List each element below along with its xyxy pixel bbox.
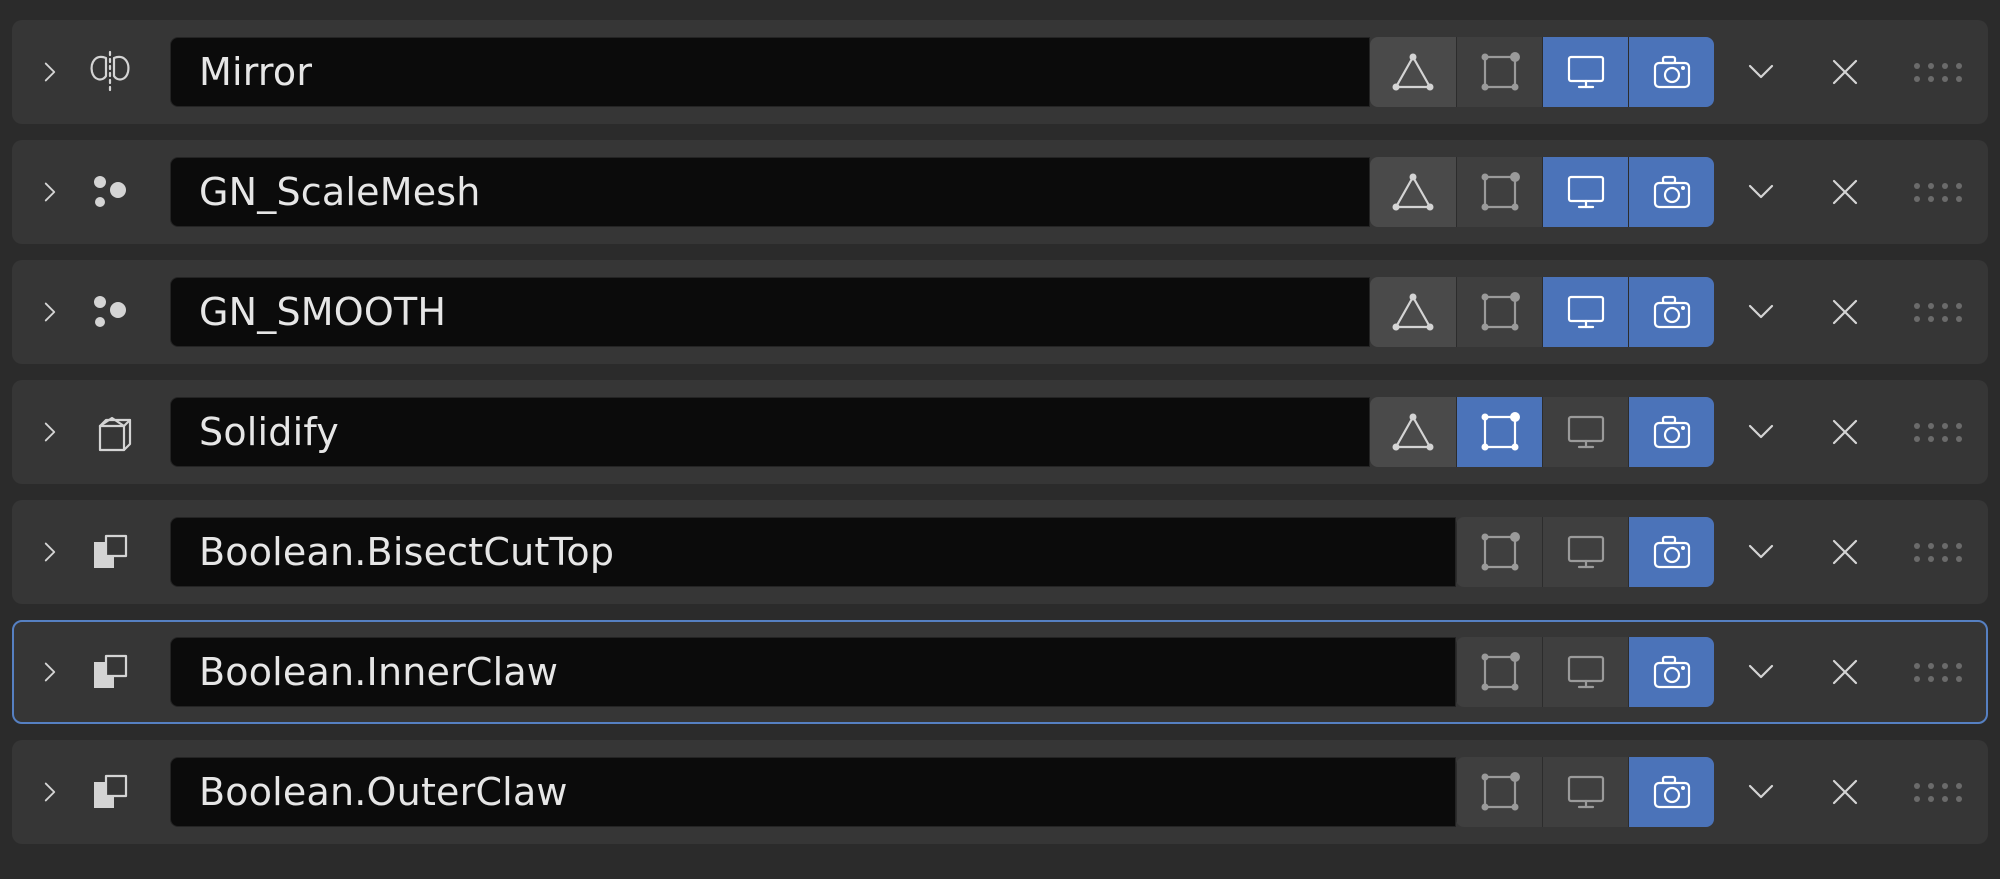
modifier-name-field[interactable]: Boolean.InnerClaw	[170, 637, 1456, 707]
show-in-viewport-toggle[interactable]	[1542, 397, 1628, 467]
show-in-edit-mode-toggle[interactable]	[1456, 37, 1542, 107]
show-in-edit-mode-toggle[interactable]	[1456, 157, 1542, 227]
delete-modifier-button[interactable]	[1806, 277, 1884, 347]
disclosure-chevron-icon[interactable]	[28, 770, 72, 814]
modifier-extras-dropdown[interactable]	[1722, 397, 1800, 467]
modifier-extras-dropdown[interactable]	[1722, 517, 1800, 587]
boolean-icon[interactable]	[80, 642, 140, 702]
disclosure-chevron-icon[interactable]	[28, 410, 72, 454]
disclosure-chevron-icon[interactable]	[28, 170, 72, 214]
modifier-name-field[interactable]: GN_ScaleMesh	[170, 157, 1370, 227]
show-in-render-toggle[interactable]	[1628, 277, 1714, 347]
show-in-render-toggle[interactable]	[1628, 397, 1714, 467]
show-in-edit-mode-toggle[interactable]	[1456, 757, 1542, 827]
solidify-icon[interactable]	[80, 402, 140, 462]
show-in-viewport-toggle[interactable]	[1542, 157, 1628, 227]
show-on-cage-toggle[interactable]	[1370, 37, 1456, 107]
show-in-render-toggle[interactable]	[1628, 637, 1714, 707]
modifier-name-field[interactable]: Mirror	[170, 37, 1370, 107]
delete-modifier-button[interactable]	[1806, 637, 1884, 707]
modifier-name-field[interactable]: Boolean.BisectCutTop	[170, 517, 1456, 587]
modifier-row[interactable]: Solidify	[12, 380, 1988, 484]
show-in-render-toggle[interactable]	[1628, 517, 1714, 587]
display-toggle-group	[1370, 397, 1714, 467]
show-in-edit-mode-toggle[interactable]	[1456, 637, 1542, 707]
modifier-stack: Mirror GN_ScaleMesh GN_SMOOTH Solidify Boole…	[0, 0, 2000, 864]
show-in-edit-mode-toggle[interactable]	[1456, 277, 1542, 347]
disclosure-chevron-icon[interactable]	[28, 50, 72, 94]
show-in-edit-mode-toggle[interactable]	[1456, 517, 1542, 587]
display-toggle-group	[1370, 157, 1714, 227]
delete-modifier-button[interactable]	[1806, 757, 1884, 827]
disclosure-chevron-icon[interactable]	[28, 650, 72, 694]
disclosure-chevron-icon[interactable]	[28, 290, 72, 334]
modifier-extras-dropdown[interactable]	[1722, 157, 1800, 227]
modifier-row[interactable]: GN_ScaleMesh	[12, 140, 1988, 244]
show-on-cage-toggle[interactable]	[1370, 157, 1456, 227]
modifier-extras-dropdown[interactable]	[1722, 277, 1800, 347]
show-on-cage-toggle[interactable]	[1370, 397, 1456, 467]
show-in-viewport-toggle[interactable]	[1542, 517, 1628, 587]
drag-handle-icon[interactable]	[1908, 37, 1968, 107]
display-toggle-group	[1456, 757, 1714, 827]
disclosure-chevron-icon[interactable]	[28, 530, 72, 574]
modifier-row[interactable]: Boolean.BisectCutTop	[12, 500, 1988, 604]
mirror-icon[interactable]	[80, 42, 140, 102]
modifier-row[interactable]: Boolean.OuterClaw	[12, 740, 1988, 844]
modifier-name-field[interactable]: Solidify	[170, 397, 1370, 467]
modifier-extras-dropdown[interactable]	[1722, 637, 1800, 707]
show-in-viewport-toggle[interactable]	[1542, 37, 1628, 107]
boolean-icon[interactable]	[80, 762, 140, 822]
drag-handle-icon[interactable]	[1908, 397, 1968, 467]
drag-handle-icon[interactable]	[1908, 517, 1968, 587]
delete-modifier-button[interactable]	[1806, 517, 1884, 587]
show-in-edit-mode-toggle[interactable]	[1456, 397, 1542, 467]
modifier-extras-dropdown[interactable]	[1722, 37, 1800, 107]
geometry-nodes-icon[interactable]	[80, 282, 140, 342]
show-in-render-toggle[interactable]	[1628, 157, 1714, 227]
display-toggle-group	[1370, 277, 1714, 347]
modifier-name-field[interactable]: Boolean.OuterClaw	[170, 757, 1456, 827]
show-in-render-toggle[interactable]	[1628, 37, 1714, 107]
show-in-viewport-toggle[interactable]	[1542, 757, 1628, 827]
display-toggle-group	[1456, 637, 1714, 707]
delete-modifier-button[interactable]	[1806, 37, 1884, 107]
drag-handle-icon[interactable]	[1908, 637, 1968, 707]
delete-modifier-button[interactable]	[1806, 157, 1884, 227]
show-in-render-toggle[interactable]	[1628, 757, 1714, 827]
display-toggle-group	[1370, 37, 1714, 107]
modifier-row[interactable]: Boolean.InnerClaw	[12, 620, 1988, 724]
boolean-icon[interactable]	[80, 522, 140, 582]
drag-handle-icon[interactable]	[1908, 277, 1968, 347]
modifier-row[interactable]: Mirror	[12, 20, 1988, 124]
geometry-nodes-icon[interactable]	[80, 162, 140, 222]
show-in-viewport-toggle[interactable]	[1542, 277, 1628, 347]
show-in-viewport-toggle[interactable]	[1542, 637, 1628, 707]
drag-handle-icon[interactable]	[1908, 757, 1968, 827]
show-on-cage-toggle[interactable]	[1370, 277, 1456, 347]
modifier-extras-dropdown[interactable]	[1722, 757, 1800, 827]
drag-handle-icon[interactable]	[1908, 157, 1968, 227]
modifier-row[interactable]: GN_SMOOTH	[12, 260, 1988, 364]
modifier-name-field[interactable]: GN_SMOOTH	[170, 277, 1370, 347]
delete-modifier-button[interactable]	[1806, 397, 1884, 467]
display-toggle-group	[1456, 517, 1714, 587]
